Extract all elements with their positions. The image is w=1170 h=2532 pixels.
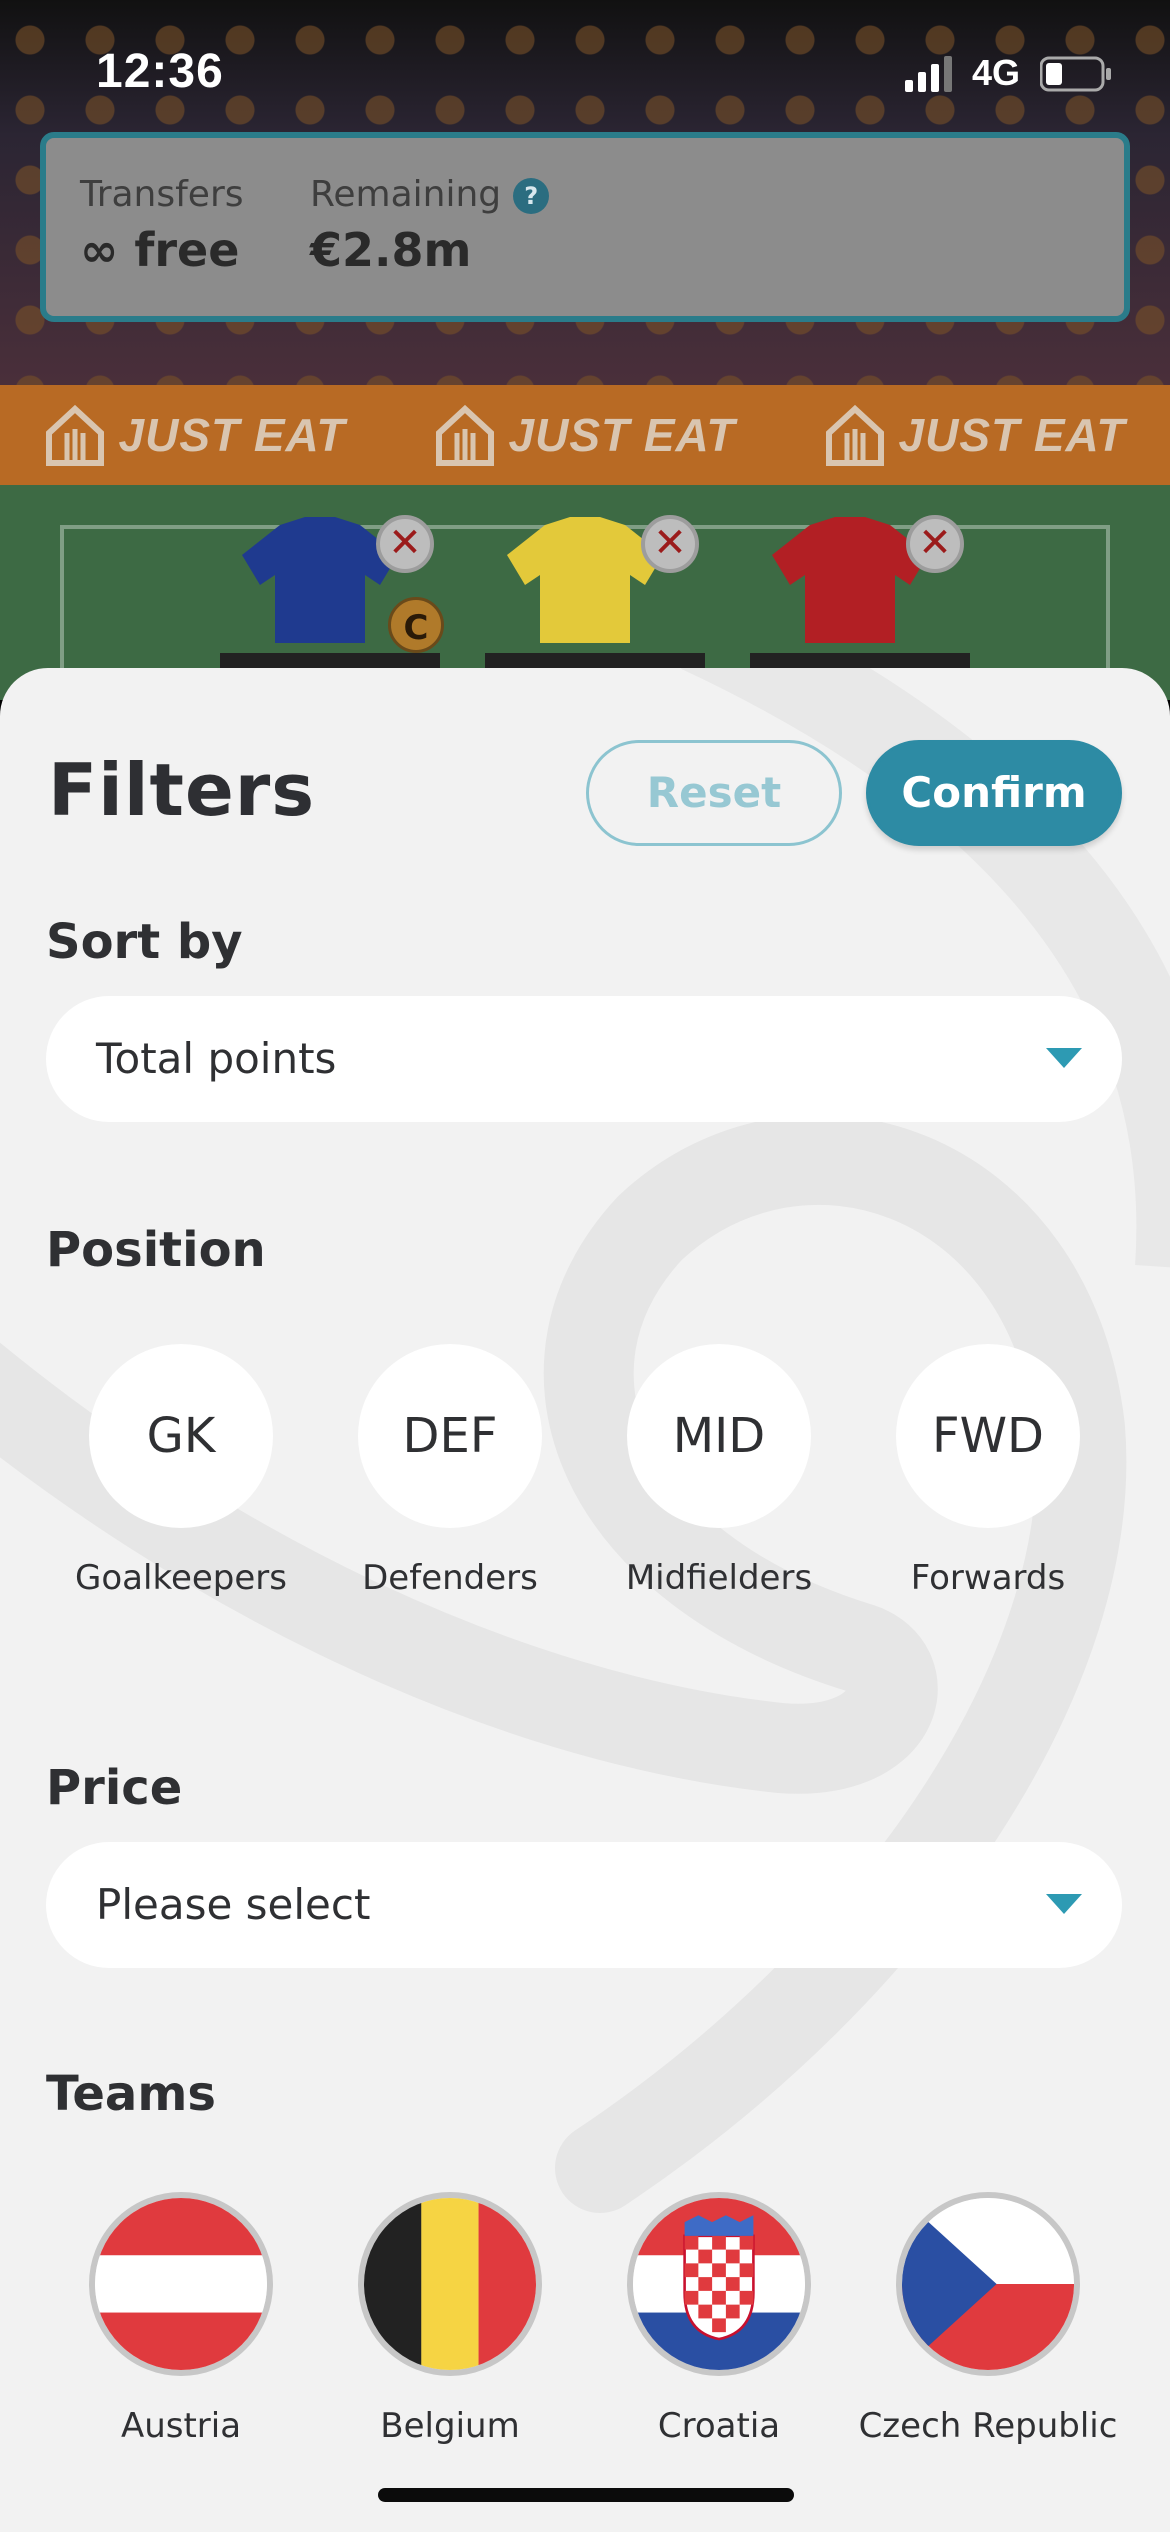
remaining-label: Remaining: [310, 174, 502, 215]
status-bar: 12:36 4G: [0, 0, 1170, 140]
position-abbr: GK: [89, 1344, 273, 1528]
help-icon[interactable]: ?: [513, 178, 550, 214]
confirm-button[interactable]: Confirm: [866, 740, 1122, 846]
home-indicator[interactable]: [378, 2488, 794, 2502]
reset-button[interactable]: Reset: [586, 740, 842, 846]
team-name: Czech Republic: [858, 2406, 1118, 2446]
transfers-info: Transfers ∞ free: [80, 174, 244, 277]
position-name: Forwards: [910, 1558, 1066, 1598]
price-dropdown[interactable]: Please select: [46, 1842, 1122, 1968]
remove-player-icon[interactable]: ✕: [906, 515, 964, 573]
position-name: Midfielders: [625, 1558, 813, 1598]
shirt-icon: [242, 517, 398, 643]
position-option-gk[interactable]: GK Goalkeepers: [46, 1344, 316, 1598]
remaining-info: Remaining? €2.8m: [310, 174, 550, 277]
sponsor-logo: JUST EAT: [435, 403, 736, 467]
sponsor-logo: JUST EAT: [45, 403, 346, 467]
sponsor-text: JUST EAT: [508, 409, 736, 461]
position-name: Defenders: [362, 1558, 538, 1598]
remove-player-icon[interactable]: ✕: [641, 515, 699, 573]
remaining-value: €2.8m: [310, 223, 472, 277]
captain-badge: C: [388, 597, 444, 653]
team-option-austria[interactable]: Austria: [46, 2192, 316, 2446]
team-name: Austria: [120, 2406, 242, 2446]
sponsor-logo: JUST EAT: [825, 403, 1126, 467]
player-slot-1[interactable]: ✕ C: [220, 515, 444, 673]
position-abbr: FWD: [896, 1344, 1080, 1528]
price-selected: Please select: [96, 1880, 371, 1929]
sort-by-dropdown[interactable]: Total points: [46, 996, 1122, 1122]
sort-by-selected: Total points: [96, 1034, 337, 1083]
shirt-icon: [507, 517, 663, 643]
croatia-flag-icon: [627, 2192, 811, 2376]
sponsor-banner: JUST EAT JUST EAT JUST EAT: [0, 385, 1170, 485]
transfers-label: Transfers: [80, 174, 244, 215]
belgium-flag-icon: [358, 2192, 542, 2376]
position-name: Goalkeepers: [75, 1558, 287, 1598]
player-slot-3[interactable]: ✕: [750, 515, 970, 673]
filters-title: Filters: [48, 748, 316, 832]
team-option-belgium[interactable]: Belgium: [315, 2192, 585, 2446]
sponsor-text: JUST EAT: [898, 409, 1126, 461]
position-label: Position: [46, 1222, 266, 1278]
remove-player-icon[interactable]: ✕: [376, 515, 434, 573]
player-slot-2[interactable]: ✕: [485, 515, 705, 673]
position-option-fwd[interactable]: FWD Forwards: [853, 1344, 1123, 1598]
transfers-summary-card: Transfers ∞ free Remaining? €2.8m: [40, 132, 1130, 322]
teams-label: Teams: [46, 2066, 216, 2122]
chevron-down-icon: [1046, 1894, 1082, 1914]
battery-icon: [1040, 56, 1111, 92]
position-abbr: DEF: [358, 1344, 542, 1528]
remaining-label-row: Remaining?: [310, 174, 550, 215]
price-label: Price: [46, 1760, 183, 1816]
status-time: 12:36: [96, 45, 224, 98]
team-name: Belgium: [380, 2406, 520, 2446]
house-fork-icon: [825, 404, 884, 466]
position-option-def[interactable]: DEF Defenders: [315, 1344, 585, 1598]
cellular-signal-icon: [905, 56, 952, 92]
network-type: 4G: [972, 52, 1021, 93]
team-name: Croatia: [657, 2406, 781, 2446]
house-fork-icon: [45, 404, 104, 466]
team-option-croatia[interactable]: Croatia: [584, 2192, 854, 2446]
team-option-czech-republic[interactable]: Czech Republic: [853, 2192, 1123, 2446]
sort-by-label: Sort by: [46, 914, 243, 970]
shirt-icon: [772, 517, 928, 643]
transfers-value: ∞ free: [80, 223, 240, 277]
position-option-mid[interactable]: MID Midfielders: [584, 1344, 854, 1598]
house-fork-icon: [435, 404, 494, 466]
position-abbr: MID: [627, 1344, 811, 1528]
filters-sheet: Filters Reset Confirm Sort by Total poin…: [0, 668, 1170, 2532]
chevron-down-icon: [1046, 1048, 1082, 1068]
sponsor-text: JUST EAT: [118, 409, 346, 461]
austria-flag-icon: [89, 2192, 273, 2376]
czech-flag-icon: [896, 2192, 1080, 2376]
